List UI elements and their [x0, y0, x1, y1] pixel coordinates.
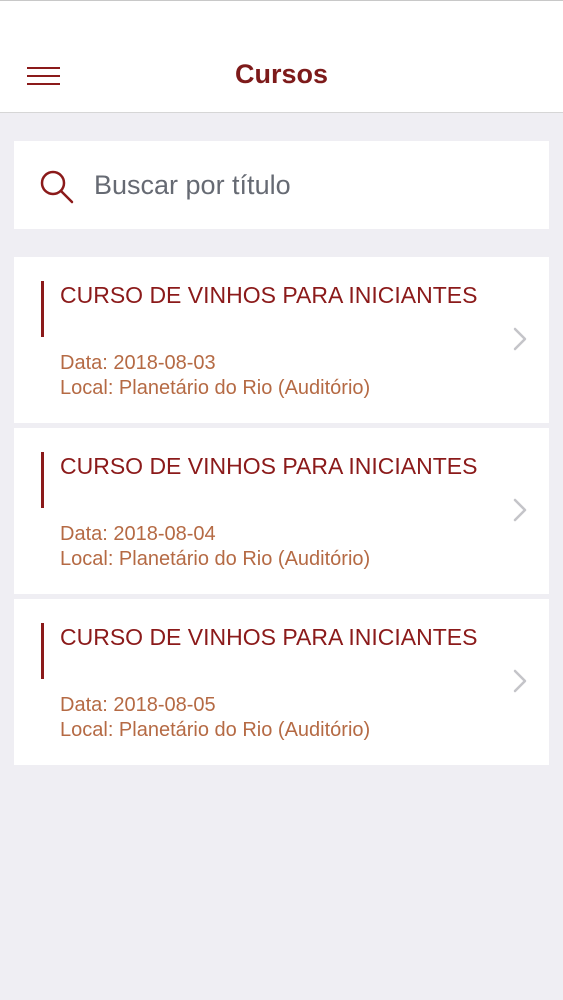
- course-card[interactable]: CURSO DE VINHOS PARA INICIANTES Data: 20…: [14, 257, 549, 423]
- course-location: Local: Planetário do Rio (Auditório): [60, 377, 371, 399]
- chevron-right-icon: [513, 498, 527, 522]
- course-title: CURSO DE VINHOS PARA INICIANTES: [60, 282, 478, 308]
- course-location: Local: Planetário do Rio (Auditório): [60, 719, 371, 741]
- search-bar[interactable]: [14, 141, 549, 229]
- app-header: Cursos: [0, 1, 563, 113]
- course-title: CURSO DE VINHOS PARA INICIANTES: [60, 453, 478, 479]
- course-card[interactable]: CURSO DE VINHOS PARA INICIANTES Data: 20…: [14, 428, 549, 594]
- search-input[interactable]: [94, 163, 524, 207]
- course-location: Local: Planetário do Rio (Auditório): [60, 548, 371, 570]
- chevron-right-icon: [513, 327, 527, 351]
- search-icon: [40, 170, 74, 204]
- course-date: Data: 2018-08-05: [60, 694, 216, 716]
- page-title: Cursos: [234, 59, 329, 89]
- card-accent-bar: [41, 623, 44, 679]
- chevron-right-icon: [513, 669, 527, 693]
- course-title: CURSO DE VINHOS PARA INICIANTES: [60, 624, 478, 650]
- course-date: Data: 2018-08-04: [60, 523, 216, 545]
- course-list: CURSO DE VINHOS PARA INICIANTES Data: 20…: [14, 257, 549, 770]
- card-accent-bar: [41, 281, 44, 337]
- course-card[interactable]: CURSO DE VINHOS PARA INICIANTES Data: 20…: [14, 599, 549, 765]
- course-date: Data: 2018-08-03: [60, 352, 216, 374]
- card-accent-bar: [41, 452, 44, 508]
